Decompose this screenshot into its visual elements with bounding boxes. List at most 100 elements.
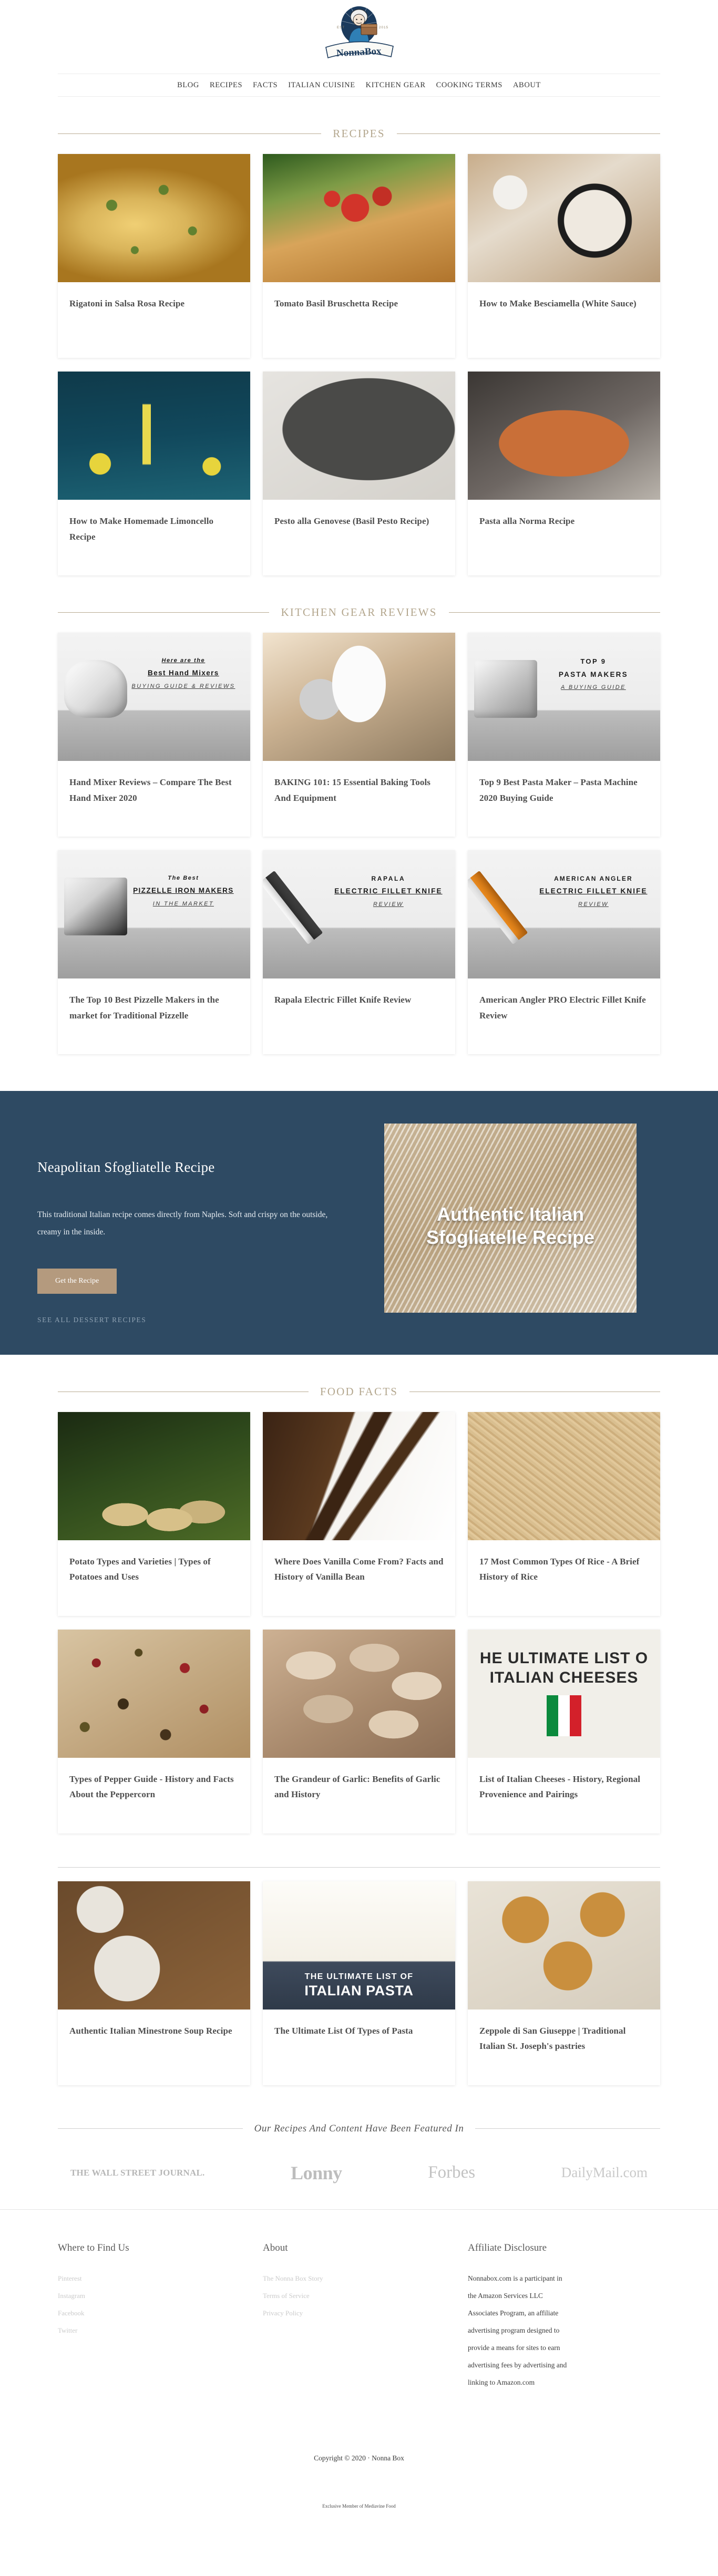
gear-card[interactable]: TOP 9 PASTA MAKERS A BUYING GUIDE Top 9 … <box>468 633 660 837</box>
section-heading-featured-in: Our Recipes And Content Have Been Featur… <box>58 2085 661 2135</box>
see-all-dessert-recipes-link[interactable]: SEE ALL DESSERT RECIPES <box>37 1316 353 1324</box>
card-title: Types of Pepper Guide - History and Fact… <box>69 1774 234 1800</box>
card-body: The Ultimate List Of Types of Pasta <box>263 2010 455 2085</box>
recipe-image-rigatoni <box>58 154 250 282</box>
footer-link-terms-of-service[interactable]: Terms of Service <box>263 2287 455 2304</box>
gear-card[interactable]: BAKING 101: 15 Essential Baking Tools An… <box>263 633 455 837</box>
recipe-card[interactable]: Rigatoni in Salsa Rosa Recipe <box>58 154 250 358</box>
pasta-maker-icon <box>474 660 537 718</box>
footer-link-privacy-policy[interactable]: Privacy Policy <box>263 2304 455 2322</box>
gear-overlay-text: The Best PIZZELLE IRON MAKERS IN THE MAR… <box>122 874 245 908</box>
gear-card[interactable]: Here are the Best Hand Mixers BUYING GUI… <box>58 633 250 837</box>
nav-list: BLOG RECIPES FACTS ITALIAN CUISINE KITCH… <box>177 81 541 90</box>
post-image-zeppole <box>468 1881 660 2010</box>
card-thumbnail: Here are the Best Hand Mixers BUYING GUI… <box>58 633 250 761</box>
footer-link-list: The Nonna Box Story Terms of Service Pri… <box>263 2270 455 2322</box>
card-title: The Grandeur of Garlic: Benefits of Garl… <box>274 1774 440 1800</box>
nav-item-recipes[interactable]: RECIPES <box>210 81 242 90</box>
feature-content: Neapolitan Sfogliatelle Recipe This trad… <box>37 1124 353 1324</box>
feature-image-caption: Authentic Italian Sfogliatelle Recipe <box>384 1203 637 1249</box>
footer-link-nonna-box-story[interactable]: The Nonna Box Story <box>263 2270 455 2287</box>
nav-item-italian-cuisine[interactable]: ITALIAN CUISINE <box>288 81 355 90</box>
fact-card[interactable]: The Grandeur of Garlic: Benefits of Garl… <box>263 1629 455 1833</box>
feature-image[interactable]: Authentic Italian Sfogliatelle Recipe <box>384 1124 637 1313</box>
post-card[interactable]: Authentic Italian Minestrone Soup Recipe <box>58 1881 250 2085</box>
card-body: Potato Types and Varieties | Types of Po… <box>58 1540 250 1616</box>
footer-column-about: About The Nonna Box Story Terms of Servi… <box>263 2242 455 2391</box>
card-body: Pasta alla Norma Recipe <box>468 500 660 575</box>
overlay-line-3: A BUYING GUIDE <box>561 684 626 691</box>
card-title: Rigatoni in Salsa Rosa Recipe <box>69 298 185 308</box>
copyright-text: Copyright © 2020 · Nonna Box <box>314 2454 404 2462</box>
fact-image-potato <box>58 1411 250 1540</box>
feature-title: Neapolitan Sfogliatelle Recipe <box>37 1159 215 1175</box>
section-title: KITCHEN GEAR REVIEWS <box>281 606 437 619</box>
footer-link-pinterest[interactable]: Pinterest <box>58 2270 250 2287</box>
recipe-card[interactable]: Tomato Basil Bruschetta Recipe <box>263 154 455 358</box>
band-line-1: THE ULTIMATE LIST OF <box>304 1972 414 1981</box>
recipe-card[interactable]: How to Make Besciamella (White Sauce) <box>468 154 660 358</box>
fact-card[interactable]: Potato Types and Varieties | Types of Po… <box>58 1411 250 1616</box>
pizzelle-iron-icon <box>64 878 127 935</box>
card-body: How to Make Homemade Limoncello Recipe <box>58 500 250 575</box>
card-title: BAKING 101: 15 Essential Baking Tools An… <box>274 777 431 803</box>
gear-card[interactable]: AMERICAN ANGLER ELECTRIC FILLET KNIFE RE… <box>468 850 660 1054</box>
card-thumbnail <box>263 1411 455 1540</box>
card-title: The Ultimate List Of Types of Pasta <box>274 2025 413 2036</box>
gear-image-baking-tools <box>263 633 455 761</box>
card-title: How to Make Homemade Limoncello Recipe <box>69 516 214 542</box>
card-thumbnail <box>58 1881 250 2010</box>
overlay-line-1: Here are the <box>161 657 206 664</box>
kitchen-gear-grid: Here are the Best Hand Mixers BUYING GUI… <box>58 619 660 1054</box>
recipe-card[interactable]: Pasta alla Norma Recipe <box>468 372 660 575</box>
affiliate-disclosure-text: Nonnabox.com is a participant in the Ama… <box>468 2274 567 2386</box>
heading-rule-right <box>396 133 661 134</box>
featured-recipe-banner: Neapolitan Sfogliatelle Recipe This trad… <box>0 1091 718 1355</box>
more-posts-grid: Authentic Italian Minestrone Soup Recipe… <box>58 1868 660 2085</box>
card-thumbnail <box>58 154 250 282</box>
card-title: Pesto alla Genovese (Basil Pesto Recipe) <box>274 516 429 526</box>
gear-card[interactable]: The Best PIZZELLE IRON MAKERS IN THE MAR… <box>58 850 250 1054</box>
post-image-minestrone <box>58 1881 250 2010</box>
food-facts-grid: Potato Types and Varieties | Types of Po… <box>58 1398 660 1833</box>
nav-item-blog[interactable]: BLOG <box>177 81 199 90</box>
heading-rule-right <box>448 612 661 613</box>
post-card[interactable]: Zeppole di San Giuseppe | Traditional It… <box>468 1881 660 2085</box>
gear-overlay-text: Here are the Best Hand Mixers BUYING GUI… <box>122 657 245 691</box>
overlay-line-3: REVIEW <box>373 901 404 908</box>
nav-item-about[interactable]: ABOUT <box>513 81 541 90</box>
nav-item-cooking-terms[interactable]: COOKING TERMS <box>436 81 502 90</box>
card-body: American Angler PRO Electric Fillet Knif… <box>468 978 660 1054</box>
fact-card[interactable]: 17 Most Common Types Of Rice - A Brief H… <box>468 1411 660 1616</box>
post-card[interactable]: THE ULTIMATE LIST OF ITALIAN PASTA The U… <box>263 1881 455 2085</box>
gear-card[interactable]: RAPALA ELECTRIC FILLET KNIFE REVIEW Rapa… <box>263 850 455 1054</box>
footer-link-facebook[interactable]: Facebook <box>58 2304 250 2322</box>
card-thumbnail: TOP 9 PASTA MAKERS A BUYING GUIDE <box>468 633 660 761</box>
card-body: The Grandeur of Garlic: Benefits of Garl… <box>263 1758 455 1833</box>
site-footer: Where to Find Us Pinterest Instagram Fac… <box>0 2209 718 2551</box>
overlay-line-2: PIZZELLE IRON MAKERS <box>133 886 234 894</box>
card-thumbnail <box>468 154 660 282</box>
fact-card[interactable]: HE ULTIMATE LIST O ITALIAN CHEESES List o… <box>468 1629 660 1833</box>
recipe-card[interactable]: How to Make Homemade Limoncello Recipe <box>58 372 250 575</box>
main-navigation[interactable]: BLOG RECIPES FACTS ITALIAN CUISINE KITCH… <box>58 74 660 97</box>
gear-overlay-text: RAPALA ELECTRIC FILLET KNIFE REVIEW <box>327 874 450 909</box>
fact-card[interactable]: Types of Pepper Guide - History and Fact… <box>58 1629 250 1833</box>
card-title: Zeppole di San Giuseppe | Traditional It… <box>479 2025 626 2052</box>
card-body: How to Make Besciamella (White Sauce) <box>468 282 660 358</box>
fact-card[interactable]: Where Does Vanilla Come From? Facts and … <box>263 1411 455 1616</box>
footer-link-twitter[interactable]: Twitter <box>58 2322 250 2339</box>
recipe-card[interactable]: Pesto alla Genovese (Basil Pesto Recipe) <box>263 372 455 575</box>
footer-link-instagram[interactable]: Instagram <box>58 2287 250 2304</box>
card-title: How to Make Besciamella (White Sauce) <box>479 298 637 308</box>
footer-column-title: Where to Find Us <box>58 2242 129 2253</box>
svg-text:2015: 2015 <box>379 26 388 29</box>
card-title: Top 9 Best Pasta Maker – Pasta Machine 2… <box>479 777 638 803</box>
section-heading-recipes: RECIPES <box>58 97 661 140</box>
card-thumbnail <box>58 372 250 500</box>
get-the-recipe-button[interactable]: Get the Recipe <box>37 1268 117 1294</box>
card-body: Rapala Electric Fillet Knife Review <box>263 978 455 1054</box>
site-logo[interactable]: EST 2015 NonnaBox <box>320 4 398 63</box>
nav-item-facts[interactable]: FACTS <box>253 81 278 90</box>
nav-item-kitchen-gear[interactable]: KITCHEN GEAR <box>366 81 426 90</box>
